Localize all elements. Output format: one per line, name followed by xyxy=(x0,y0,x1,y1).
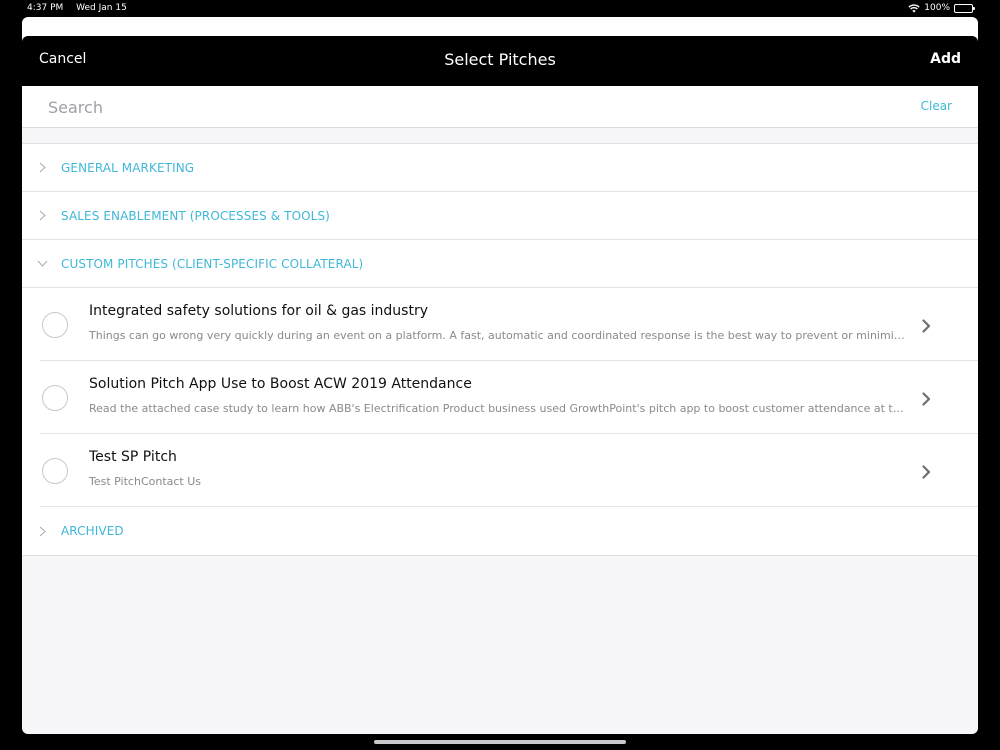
select-radio[interactable] xyxy=(42,385,68,411)
chevron-right-icon[interactable] xyxy=(922,391,931,410)
pitch-item-integrated-safety[interactable]: Integrated safety solutions for oil & ga… xyxy=(40,288,978,361)
pitch-list: GENERAL MARKETING SALES ENABLEMENT (PROC… xyxy=(22,143,978,556)
section-archived[interactable]: ARCHIVED xyxy=(22,507,978,555)
section-sales-enablement[interactable]: SALES ENABLEMENT (PROCESSES & TOOLS) xyxy=(22,192,978,240)
pitch-title: Integrated safety solutions for oil & ga… xyxy=(89,303,429,319)
ipad-screen: 4:37 PM Wed Jan 15 100% Cancel Select Pi… xyxy=(0,0,1000,750)
pitch-description: Test PitchContact Us xyxy=(89,475,202,488)
section-label: CUSTOM PITCHES (CLIENT-SPECIFIC COLLATER… xyxy=(61,256,364,271)
search-bar: Clear xyxy=(22,86,978,128)
chevron-right-icon xyxy=(22,162,61,173)
pitch-item-acw-2019[interactable]: Solution Pitch App Use to Boost ACW 2019… xyxy=(40,361,978,434)
chevron-right-icon[interactable] xyxy=(922,318,931,337)
wifi-icon xyxy=(908,3,920,13)
status-right: 100% xyxy=(908,0,975,16)
status-date: Wed Jan 15 xyxy=(76,3,127,13)
home-indicator[interactable] xyxy=(374,740,626,744)
status-time: 4:37 PM xyxy=(27,3,64,13)
section-label: SALES ENABLEMENT (PROCESSES & TOOLS) xyxy=(61,208,330,223)
status-bar: 4:37 PM Wed Jan 15 100% xyxy=(0,0,1000,16)
nav-bar: Cancel Select Pitches Add xyxy=(22,36,978,86)
select-radio[interactable] xyxy=(42,458,68,484)
add-button[interactable]: Add xyxy=(930,36,961,83)
section-general-marketing[interactable]: GENERAL MARKETING xyxy=(22,144,978,192)
chevron-right-icon xyxy=(22,210,61,221)
search-input[interactable] xyxy=(48,92,868,122)
pitch-item-test-sp[interactable]: Test SP Pitch Test PitchContact Us xyxy=(40,434,978,507)
status-left: 4:37 PM Wed Jan 15 xyxy=(27,0,127,16)
chevron-right-icon[interactable] xyxy=(922,464,931,483)
modal-title: Select Pitches xyxy=(444,50,556,69)
select-radio[interactable] xyxy=(42,312,68,338)
section-label: ARCHIVED xyxy=(61,524,124,538)
battery-percent: 100% xyxy=(924,3,950,13)
pitch-title: Solution Pitch App Use to Boost ACW 2019… xyxy=(89,376,472,392)
select-pitches-modal: Cancel Select Pitches Add Clear GENERAL … xyxy=(22,36,978,734)
pitch-title: Test SP Pitch xyxy=(89,449,177,465)
clear-button[interactable]: Clear xyxy=(921,86,952,126)
pitch-description: Read the attached case study to learn ho… xyxy=(89,402,907,415)
section-label: GENERAL MARKETING xyxy=(61,160,195,175)
pitch-description: Things can go wrong very quickly during … xyxy=(89,329,907,342)
chevron-right-icon xyxy=(22,526,61,537)
chevron-down-icon xyxy=(22,260,61,267)
section-custom-pitches[interactable]: CUSTOM PITCHES (CLIENT-SPECIFIC COLLATER… xyxy=(22,240,978,288)
battery-icon xyxy=(954,3,975,13)
